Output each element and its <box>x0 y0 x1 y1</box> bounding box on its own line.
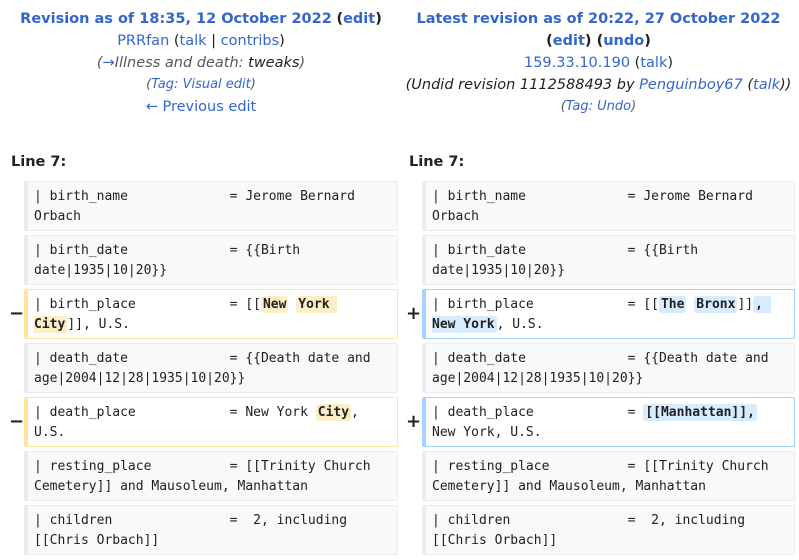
diff-context-left: | death_date = {{Death date and age|2004… <box>24 343 398 393</box>
left-user-link[interactable]: PRRfan <box>117 33 169 49</box>
diff-context-right: | birth_name = Jerome Bernard Orbach <box>422 181 795 231</box>
undid-user-link[interactable]: Penguinboy67 <box>639 77 743 93</box>
right-talk-link[interactable]: talk <box>640 55 667 71</box>
deleted-line-marker: − <box>9 411 25 432</box>
diff-context-left: | children = 2, including [[Chris Orbach… <box>24 505 398 555</box>
added-line-marker: + <box>406 411 422 432</box>
left-contribs-link[interactable]: contribs <box>221 33 279 49</box>
added-word: Bronx <box>694 296 738 313</box>
added-word: The <box>658 296 687 313</box>
summary-text: tweaks <box>248 55 300 71</box>
diff-context-right: | resting_place = [[Trinity Church Cemet… <box>422 451 795 501</box>
undid-prefix: (Undid revision 1112588493 by <box>405 77 635 93</box>
diff-added-line: | birth_place = [[The Bronx]], New York,… <box>422 289 795 339</box>
left-talk-link[interactable]: talk <box>180 33 207 49</box>
right-user-link[interactable]: 159.33.10.190 <box>524 55 630 71</box>
left-edit-link[interactable]: edit <box>343 11 375 27</box>
deleted-line-marker: − <box>9 303 25 324</box>
deleted-word: New <box>260 296 289 313</box>
left-revision-header: Revision as of 18:35, 12 October 2022 (e… <box>20 11 382 115</box>
left-line-number: Line 7: <box>11 154 67 170</box>
left-tag-label[interactable]: Tag: <box>151 77 178 92</box>
diff-deleted-line: | birth_place = [[New York City]], U.S. <box>24 289 398 339</box>
right-tag-value[interactable]: Undo <box>597 99 631 114</box>
undo-link[interactable]: undo <box>603 33 644 49</box>
right-revision-link[interactable]: Latest revision as of 20:22, 27 October … <box>416 11 780 27</box>
diff-context-left: | birth_date = {{Birth date|1935|10|20}} <box>24 235 398 285</box>
diff-context-left: | resting_place = [[Trinity Church Cemet… <box>24 451 398 501</box>
diff-context-right: | birth_date = {{Birth date|1935|10|20}} <box>422 235 795 285</box>
diff-deleted-line: | death_place = New York City, U.S. <box>24 397 398 447</box>
diff-context-right: | death_date = {{Death date and age|2004… <box>422 343 795 393</box>
diff-context-left: | birth_name = Jerome Bernard Orbach <box>24 181 398 231</box>
left-revision-link[interactable]: Revision as of 18:35, 12 October 2022 <box>20 11 332 27</box>
deleted-word: City <box>315 404 352 421</box>
previous-edit-link[interactable]: ← Previous edit <box>146 99 257 115</box>
right-revision-header: Latest revision as of 20:22, 27 October … <box>405 11 792 114</box>
right-tag-label[interactable]: Tag: <box>566 99 593 114</box>
added-word: [[Manhattan]], <box>643 404 757 421</box>
undid-talk-link[interactable]: talk <box>753 77 780 93</box>
left-tag-value[interactable]: Visual edit <box>183 77 251 92</box>
added-line-marker: + <box>406 303 422 324</box>
diff-added-line: | death_place = [[Manhattan]], New York,… <box>422 397 795 447</box>
summary-section: Illness and death: <box>114 55 244 71</box>
right-edit-link[interactable]: edit <box>553 33 585 49</box>
diff-context-right: | children = 2, including [[Chris Orbach… <box>422 505 795 555</box>
right-line-number: Line 7: <box>409 154 465 170</box>
section-arrow-link[interactable]: → <box>103 55 115 71</box>
